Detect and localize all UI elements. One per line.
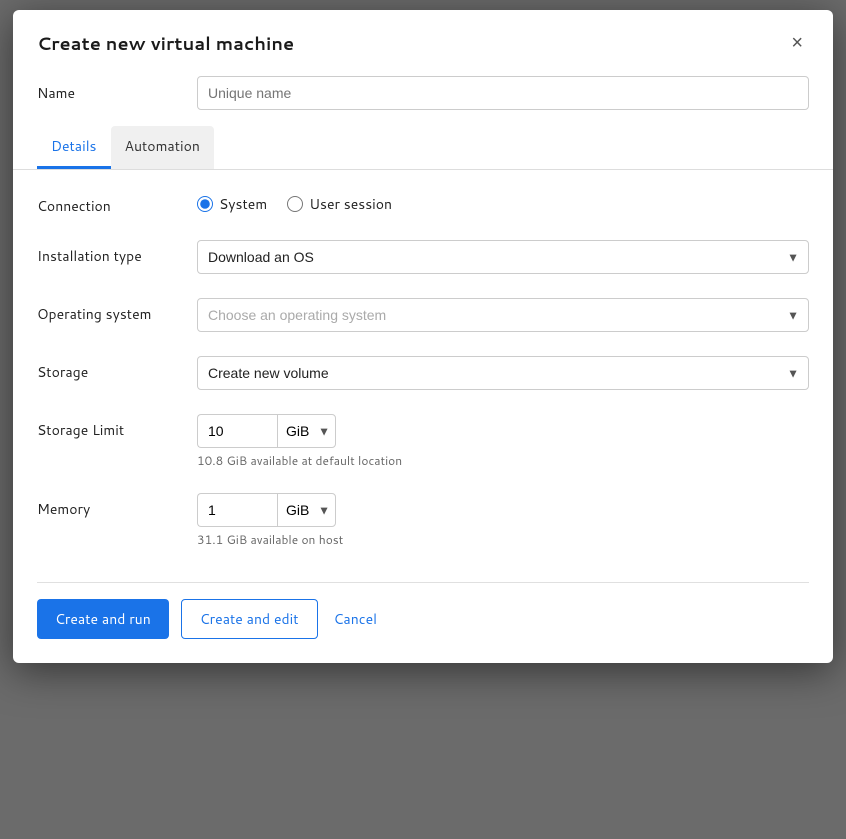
storage-limit-input[interactable] [197,414,277,448]
tab-details[interactable]: Details [37,126,111,169]
storage-label: Storage [37,356,197,382]
create-and-edit-button[interactable]: Create and edit [181,599,318,639]
dialog-overlay: Create new virtual machine × Name Detail… [0,0,846,839]
connection-user-label: User session [309,194,392,214]
storage-limit-unit-wrapper: MiB GiB TiB ▼ [277,414,336,448]
connection-row: Connection System User session [37,190,809,216]
connection-control: System User session [197,190,809,214]
storage-limit-hint: 10.8 GiB available at default location [197,452,809,469]
close-button[interactable]: × [785,31,809,55]
memory-unit-wrapper: MiB GiB ▼ [277,493,336,527]
installation-type-label: Installation type [37,240,197,266]
storage-select[interactable]: Create new volume Select or create custo… [197,356,809,390]
memory-control: MiB GiB ▼ 31.1 GiB available on host [197,493,809,548]
installation-type-select[interactable]: Download an OS Local install media Netwo… [197,240,809,274]
memory-row: Memory MiB GiB ▼ 31.1 GiB available on h… [37,493,809,548]
create-and-run-button[interactable]: Create and run [37,599,169,639]
storage-control: Create new volume Select or create custo… [197,356,809,390]
connection-radio-group: System User session [197,190,809,214]
dialog-header: Create new virtual machine × [13,10,833,72]
installation-type-row: Installation type Download an OS Local i… [37,240,809,274]
tabs-row: Details Automation [13,126,833,170]
name-row: Name [13,72,833,126]
operating-system-control: Choose an operating system ▼ [197,298,809,332]
connection-system-option[interactable]: System [197,194,267,214]
storage-limit-row: Storage Limit MiB GiB TiB ▼ [37,414,809,469]
create-vm-dialog: Create new virtual machine × Name Detail… [13,10,833,663]
operating-system-row: Operating system Choose an operating sys… [37,298,809,332]
operating-system-select[interactable]: Choose an operating system [197,298,809,332]
installation-type-select-wrapper: Download an OS Local install media Netwo… [197,240,809,274]
connection-system-label: System [219,194,267,214]
memory-label: Memory [37,493,197,519]
connection-label: Connection [37,190,197,216]
memory-unit-select[interactable]: MiB GiB [277,493,336,527]
memory-hint: 31.1 GiB available on host [197,531,809,548]
storage-row: Storage Create new volume Select or crea… [37,356,809,390]
storage-limit-label: Storage Limit [37,414,197,440]
tab-automation[interactable]: Automation [111,126,214,169]
memory-input[interactable] [197,493,277,527]
dialog-title: Create new virtual machine [37,30,294,56]
name-input[interactable] [197,76,809,110]
storage-limit-unit-select[interactable]: MiB GiB TiB [277,414,336,448]
form-body: Connection System User session [13,170,833,582]
storage-select-wrapper: Create new volume Select or create custo… [197,356,809,390]
connection-user-radio[interactable] [287,196,303,212]
memory-unit-control: MiB GiB ▼ [197,493,809,527]
installation-type-control: Download an OS Local install media Netwo… [197,240,809,274]
name-label: Name [37,83,197,103]
storage-limit-unit-control: MiB GiB TiB ▼ [197,414,809,448]
operating-system-select-wrapper: Choose an operating system ▼ [197,298,809,332]
connection-system-radio[interactable] [197,196,213,212]
cancel-button[interactable]: Cancel [330,599,382,639]
connection-user-option[interactable]: User session [287,194,392,214]
dialog-footer: Create and run Create and edit Cancel [13,583,833,663]
operating-system-label: Operating system [37,298,197,324]
storage-limit-control: MiB GiB TiB ▼ 10.8 GiB available at defa… [197,414,809,469]
